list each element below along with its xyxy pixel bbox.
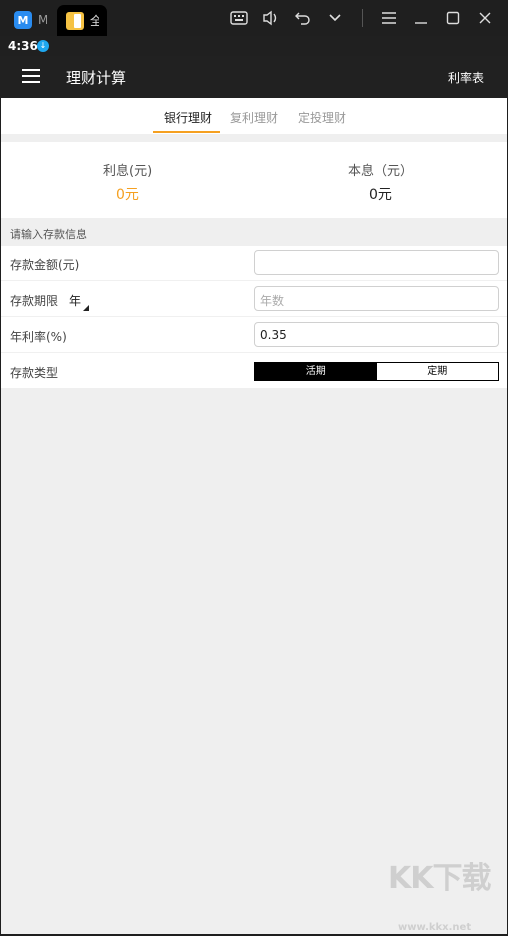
emulator-tab-1-label: M [38,13,47,27]
term-input[interactable]: 年数 [254,286,499,311]
emulator-tab-2[interactable]: 全 [57,5,107,36]
volume-icon[interactable] [261,8,281,28]
tab-bar: 银行理财 复利理财 定投理财 [1,98,507,134]
type-option-fixed[interactable]: 定期 [376,363,498,380]
hamburger-menu-icon[interactable] [22,69,40,83]
rate-input[interactable]: 0.35 [254,322,499,347]
tab-fixed-investment[interactable]: 定投理财 [298,109,346,126]
form-row-type: 存款类型 活期 定期 [1,354,507,389]
emulator-toolbar: M M 全 [0,0,508,36]
section-title: 请输入存款信息 [10,228,87,241]
type-label: 存款类型 [10,366,59,380]
status-time: 4:36 [8,39,38,53]
app-icon [66,11,84,30]
toolbar-divider [362,9,363,27]
chevron-down-icon[interactable] [325,8,345,28]
term-label: 存款期限 [10,294,59,308]
watermark-url: www.kkx.net [398,922,472,933]
dropdown-triangle-icon [83,305,89,311]
emulator-tab-1[interactable]: M M [14,7,54,33]
main-content: 银行理财 复利理财 定投理财 利息(元) 0元 本息（元） 0元 请输入存款信息… [1,98,507,934]
rate-label: 年利率(%) [10,330,67,344]
result-panel: 利息(元) 0元 本息（元） 0元 [1,142,507,218]
total-value: 0元 [369,187,392,203]
form-row-term: 存款期限 年 年数 [1,282,507,317]
interest-label: 利息(元) [103,164,153,179]
amount-label: 存款金额(元) [10,258,80,272]
type-option-demand[interactable]: 活期 [255,363,377,380]
undo-icon[interactable] [293,8,313,28]
tab-indicator [153,131,220,133]
total-label: 本息（元） [348,164,414,179]
maximize-icon[interactable] [443,8,463,28]
app-icon: M [14,11,32,29]
tab-bank-finance[interactable]: 银行理财 [164,109,212,126]
keyboard-icon[interactable] [229,8,249,28]
amount-input[interactable] [254,250,499,275]
menu-icon[interactable] [379,8,399,28]
interest-value: 0元 [116,187,139,203]
notification-icon: ↓ [37,40,49,52]
deposit-form: 存款金额(元) 存款期限 年 年数 年利率(%) 0.35 存款类型 活期 定期 [1,246,507,388]
form-row-amount: 存款金额(元) [1,246,507,281]
rate-table-button[interactable]: 利率表 [448,69,484,86]
watermark-logo: KK下载 [388,861,491,896]
close-icon[interactable] [475,8,495,28]
page-title: 理财计算 [66,69,127,87]
status-bar: 4:36 ↓ [0,36,508,56]
section-header: 请输入存款信息 [1,222,507,244]
emulator-tab-2-label: 全 [90,14,99,28]
tab-compound-finance[interactable]: 复利理财 [230,109,278,126]
app-bar: 理财计算 利率表 [0,56,508,98]
term-unit-select[interactable]: 年 [69,292,81,309]
form-row-rate: 年利率(%) 0.35 [1,318,507,353]
deposit-type-toggle: 活期 定期 [254,362,499,381]
minimize-icon[interactable] [411,8,431,28]
